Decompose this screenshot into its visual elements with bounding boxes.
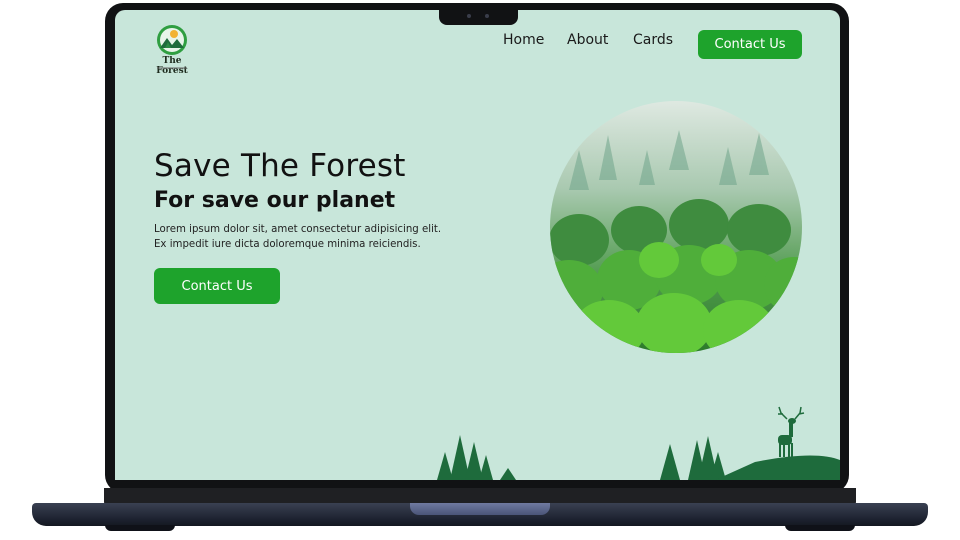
forest-logo-icon — [157, 25, 187, 55]
hero-description: Lorem ipsum dolor sit, amet consectetur … — [154, 224, 442, 250]
hero-contact-button[interactable]: Contact Us — [154, 268, 280, 304]
logo-text: The Forest — [156, 56, 188, 76]
nav-link-home[interactable]: Home — [503, 32, 544, 48]
deer-icon — [778, 406, 805, 457]
site-logo[interactable]: The Forest — [147, 24, 197, 76]
hero-title: Save The Forest — [154, 148, 406, 184]
camera-notch — [439, 8, 518, 25]
camera-dot — [485, 14, 489, 18]
nav-contact-button[interactable]: Contact Us — [698, 30, 802, 59]
laptop-base-lip — [410, 503, 550, 515]
webpage-viewport: The Forest Home About Cards Contact Us S… — [115, 10, 840, 480]
forest-photo — [550, 101, 802, 353]
logo-tagline-line — [157, 67, 187, 69]
nav-link-cards[interactable]: Cards — [633, 32, 673, 48]
landscape-silhouette — [437, 406, 840, 480]
nav-link-about[interactable]: About — [567, 32, 608, 48]
laptop-foot — [105, 525, 175, 531]
hero-subtitle: For save our planet — [154, 188, 396, 213]
camera-dot — [467, 14, 471, 18]
laptop-foot — [785, 525, 855, 531]
